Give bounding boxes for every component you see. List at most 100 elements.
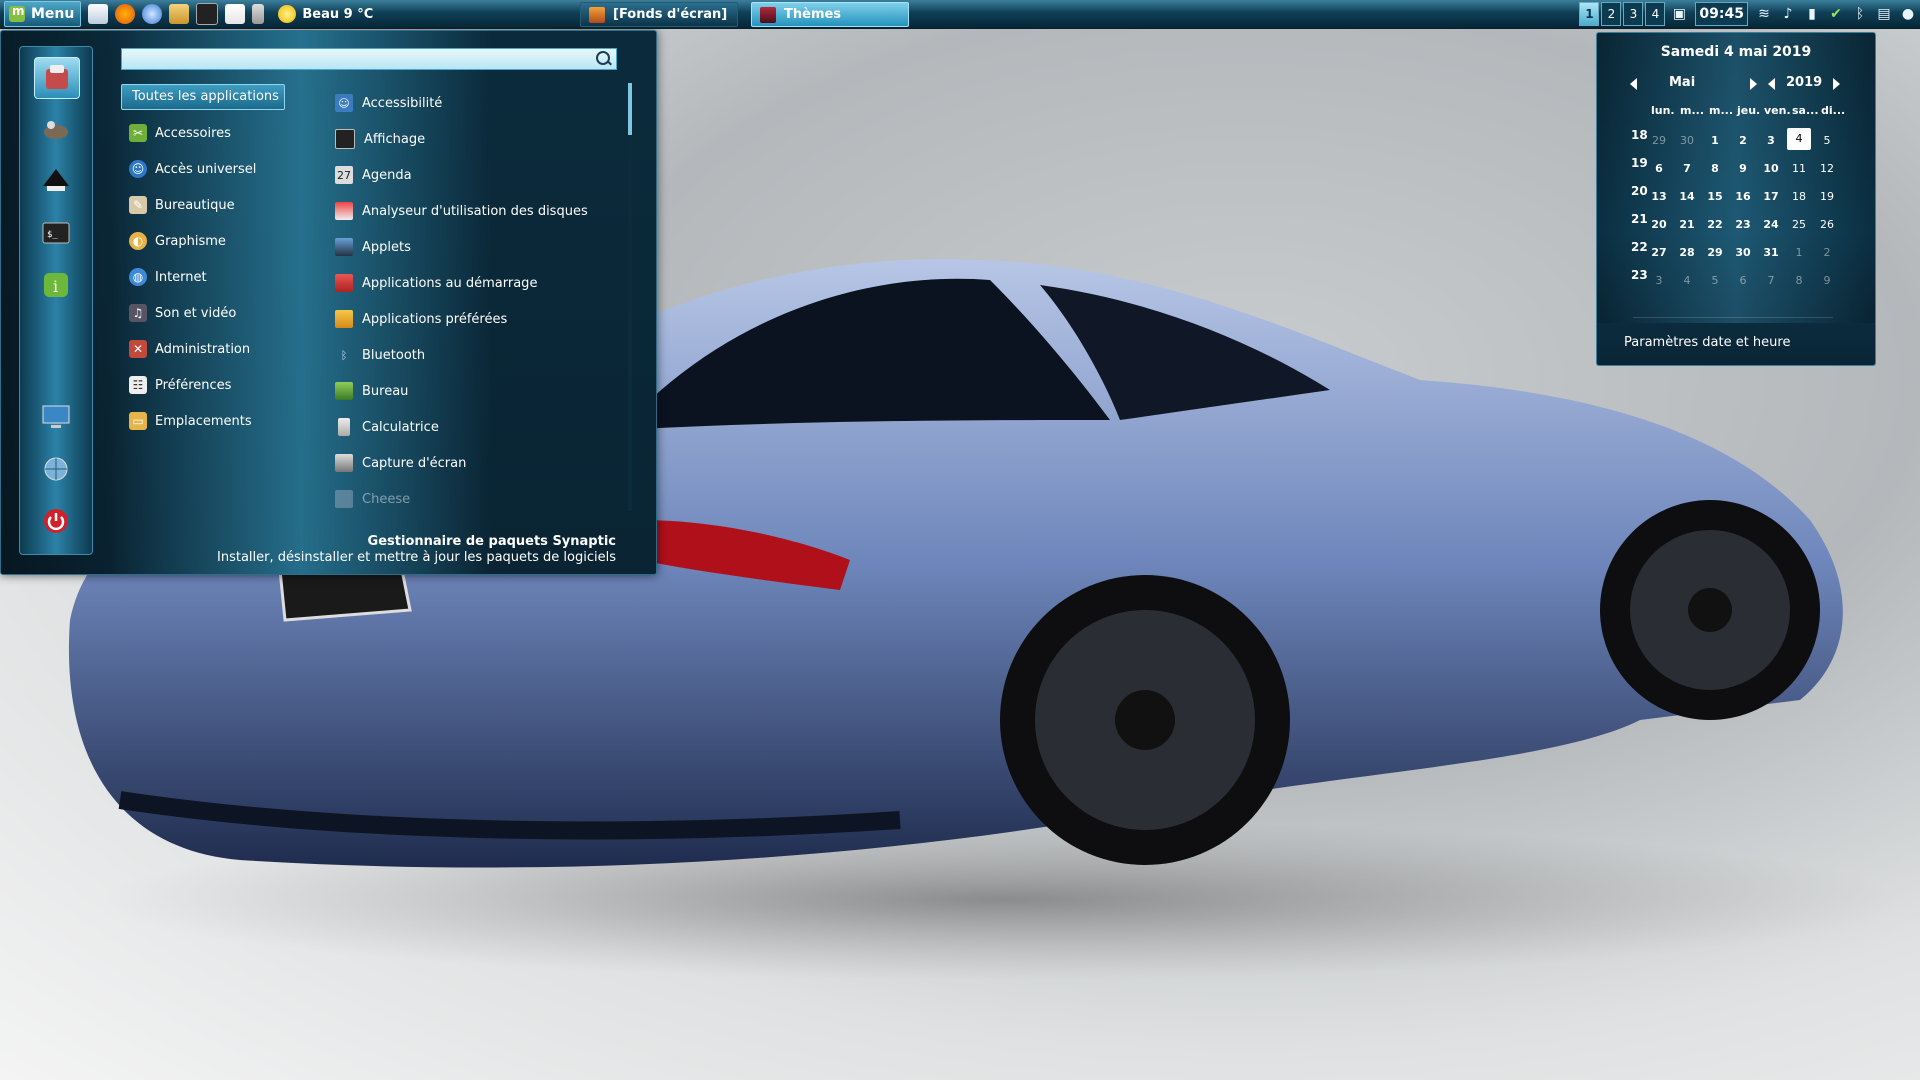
- calendar-day-today[interactable]: 4: [1787, 128, 1811, 150]
- calendar-day[interactable]: 8: [1703, 162, 1727, 175]
- calendar-day[interactable]: 3: [1759, 134, 1783, 147]
- calendar-day[interactable]: 20: [1647, 218, 1671, 231]
- calendar-day[interactable]: 15: [1703, 190, 1727, 203]
- calendar-day[interactable]: 29: [1647, 134, 1671, 147]
- terminal-launcher-icon[interactable]: [196, 3, 219, 25]
- user-icon[interactable]: ●: [1900, 6, 1916, 22]
- workspace-4-button[interactable]: 4: [1645, 2, 1666, 26]
- calendar-day[interactable]: 26: [1815, 218, 1839, 231]
- app-cheese[interactable]: Cheese: [335, 481, 625, 517]
- search-icon[interactable]: [596, 51, 610, 65]
- calendar-day[interactable]: 9: [1815, 274, 1839, 287]
- calendar-day[interactable]: 19: [1815, 190, 1839, 203]
- computer-button[interactable]: [34, 397, 78, 437]
- workspace-3-button[interactable]: 3: [1623, 2, 1644, 26]
- app-disk-usage-analyzer[interactable]: Analyseur d'utilisation des disques: [335, 193, 625, 229]
- gimp-button[interactable]: [34, 109, 78, 149]
- update-shield-icon[interactable]: ✔: [1828, 6, 1844, 22]
- calculator-launcher-icon[interactable]: [252, 4, 265, 24]
- show-desktop-icon[interactable]: ▣: [1671, 6, 1687, 22]
- taskbar-item-wallpapers[interactable]: [Fonds d'écran]: [580, 2, 738, 27]
- workspace-1-button[interactable]: 1: [1579, 2, 1600, 26]
- category-all-applications[interactable]: Toutes les applications: [121, 84, 285, 110]
- info-button[interactable]: i: [34, 265, 78, 305]
- text-editor-launcher-icon[interactable]: [88, 4, 109, 24]
- app-bluetooth[interactable]: ᛒ Bluetooth: [335, 337, 625, 373]
- thunderbird-launcher-icon[interactable]: [142, 4, 163, 24]
- calendar-day[interactable]: 28: [1675, 246, 1699, 259]
- notes-launcher-icon[interactable]: [225, 4, 246, 24]
- category-sound-video[interactable]: ♫ Son et vidéo: [121, 295, 291, 331]
- app-applets[interactable]: Applets: [335, 229, 625, 265]
- calendar-day[interactable]: 2: [1731, 134, 1755, 147]
- app-preferred-applications[interactable]: Applications préférées: [335, 301, 625, 337]
- menu-button[interactable]: Menu: [4, 1, 82, 27]
- app-screenshot[interactable]: Capture d'écran: [335, 445, 625, 481]
- date-time-settings-link[interactable]: Paramètres date et heure: [1624, 335, 1790, 350]
- application-list-scrollbar[interactable]: [628, 83, 632, 511]
- category-internet[interactable]: ◍ Internet: [121, 259, 291, 295]
- calendar-day[interactable]: 21: [1675, 218, 1699, 231]
- battery-icon[interactable]: ▮: [1804, 6, 1820, 22]
- category-office[interactable]: ✎ Bureautique: [121, 187, 291, 223]
- calendar-day[interactable]: 30: [1675, 134, 1699, 147]
- calendar-day[interactable]: 3: [1647, 274, 1671, 287]
- calendar-day[interactable]: 24: [1759, 218, 1783, 231]
- calendar-day[interactable]: 16: [1731, 190, 1755, 203]
- category-administration[interactable]: ✕ Administration: [121, 331, 291, 367]
- calendar-day[interactable]: 4: [1675, 274, 1699, 287]
- wifi-icon[interactable]: ≋: [1756, 6, 1772, 22]
- category-places[interactable]: ▭ Emplacements: [121, 403, 291, 439]
- previous-month-icon[interactable]: [1630, 78, 1637, 90]
- next-month-icon[interactable]: [1750, 78, 1757, 90]
- calendar-day[interactable]: 25: [1787, 218, 1811, 231]
- app-calculator[interactable]: Calculatrice: [335, 409, 625, 445]
- app-calendar[interactable]: 27 Agenda: [335, 157, 625, 193]
- calendar-day[interactable]: 6: [1731, 274, 1755, 287]
- calendar-day[interactable]: 18: [1787, 190, 1811, 203]
- volume-icon[interactable]: ♪: [1780, 6, 1796, 22]
- calendar-day[interactable]: 1: [1787, 246, 1811, 259]
- calendar-day[interactable]: 30: [1731, 246, 1755, 259]
- calendar-day[interactable]: 27: [1647, 246, 1671, 259]
- keyboard-icon[interactable]: ▤: [1876, 6, 1892, 22]
- category-preferences[interactable]: ☷ Préférences: [121, 367, 291, 403]
- weather-applet[interactable]: Beau 9 °C: [278, 5, 373, 23]
- workspace-2-button[interactable]: 2: [1601, 2, 1622, 26]
- app-accessibility[interactable]: ☺ Accessibilité: [335, 85, 625, 121]
- calendar-day[interactable]: 5: [1815, 134, 1839, 147]
- calendar-day[interactable]: 7: [1759, 274, 1783, 287]
- calendar-day[interactable]: 13: [1647, 190, 1671, 203]
- calendar-day[interactable]: 22: [1703, 218, 1727, 231]
- taskbar-item-themes[interactable]: Thèmes: [751, 2, 909, 27]
- quit-button[interactable]: [34, 501, 78, 541]
- app-startup-applications[interactable]: Applications au démarrage: [335, 265, 625, 301]
- network-button[interactable]: [34, 449, 78, 489]
- software-manager-button[interactable]: [34, 57, 80, 99]
- search-input[interactable]: [128, 51, 588, 69]
- file-manager-launcher-icon[interactable]: [169, 4, 190, 24]
- inkscape-button[interactable]: [34, 161, 78, 201]
- calendar-day[interactable]: 14: [1675, 190, 1699, 203]
- calendar-day[interactable]: 7: [1675, 162, 1699, 175]
- terminal-button[interactable]: $_: [34, 213, 78, 253]
- calendar-day[interactable]: 5: [1703, 274, 1727, 287]
- app-display[interactable]: Affichage: [335, 121, 625, 157]
- search-field[interactable]: [121, 48, 617, 70]
- calendar-day[interactable]: 12: [1815, 162, 1839, 175]
- calendar-day[interactable]: 8: [1787, 274, 1811, 287]
- calendar-day[interactable]: 11: [1787, 162, 1811, 175]
- category-graphics[interactable]: ◐ Graphisme: [121, 223, 291, 259]
- previous-year-icon[interactable]: [1768, 78, 1775, 90]
- firefox-launcher-icon[interactable]: [115, 4, 136, 24]
- next-year-icon[interactable]: [1833, 78, 1840, 90]
- calendar-day[interactable]: 17: [1759, 190, 1783, 203]
- bluetooth-icon[interactable]: ᛒ: [1852, 6, 1868, 22]
- calendar-day[interactable]: 10: [1759, 162, 1783, 175]
- calendar-day[interactable]: 29: [1703, 246, 1727, 259]
- calendar-day[interactable]: 2: [1815, 246, 1839, 259]
- clock[interactable]: 09:45: [1695, 2, 1748, 26]
- calendar-day[interactable]: 6: [1647, 162, 1671, 175]
- calendar-day[interactable]: 31: [1759, 246, 1783, 259]
- calendar-day[interactable]: 23: [1731, 218, 1755, 231]
